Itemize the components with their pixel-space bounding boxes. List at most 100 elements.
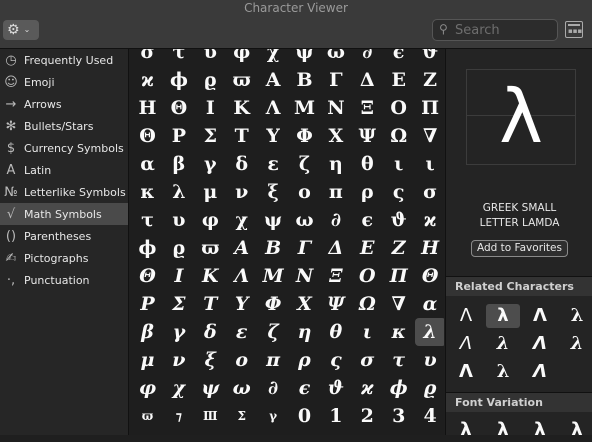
sidebar-item[interactable]: ✍ Pictographs <box>0 247 128 269</box>
character-cell[interactable]: ϵ <box>352 206 383 234</box>
sidebar-item[interactable]: ☺ Emoji <box>0 71 128 93</box>
character-cell[interactable]: ο <box>226 346 257 374</box>
character-cell[interactable]: ϱ <box>415 374 444 402</box>
character-cell[interactable]: σ <box>352 346 383 374</box>
sidebar-item[interactable]: ✻ Bullets/Stars <box>0 115 128 137</box>
font-variation-glyph[interactable]: λ <box>560 418 592 442</box>
character-cell[interactable]: Θ <box>132 262 163 290</box>
character-cell[interactable]: Κ <box>226 94 257 122</box>
character-cell[interactable]: δ <box>226 150 257 178</box>
character-cell[interactable]: Ι <box>163 262 194 290</box>
character-cell[interactable]: ϱ <box>163 234 194 262</box>
character-cell[interactable]: τ <box>383 346 414 374</box>
character-cell[interactable]: λ <box>163 178 194 206</box>
character-cell[interactable]: γ <box>163 318 194 346</box>
character-cell[interactable]: Ι <box>195 94 226 122</box>
character-cell[interactable]: τ <box>132 206 163 234</box>
character-cell[interactable]: μ <box>195 178 226 206</box>
sidebar-item[interactable]: () Parentheses <box>0 225 128 247</box>
add-to-favorites-button[interactable]: Add to Favorites <box>471 240 568 257</box>
character-cell[interactable]: η <box>289 318 320 346</box>
character-cell[interactable]: σ <box>415 178 444 206</box>
character-cell[interactable]: η <box>320 150 351 178</box>
character-cell[interactable]: ψ <box>195 374 226 402</box>
character-cell[interactable]: Β <box>289 66 320 94</box>
character-cell[interactable]: ξ <box>258 178 289 206</box>
character-cell[interactable]: ξ <box>195 346 226 374</box>
character-cell[interactable]: Κ <box>195 262 226 290</box>
character-cell[interactable]: ϖ <box>132 402 163 430</box>
character-cell[interactable]: Μ <box>258 262 289 290</box>
character-cell[interactable]: ϵ <box>383 49 414 66</box>
sidebar-item[interactable]: ◷ Frequently Used <box>0 49 128 71</box>
search-input[interactable] <box>455 21 553 39</box>
character-cell[interactable]: ϖ <box>195 234 226 262</box>
character-cell[interactable]: Ζ <box>383 234 414 262</box>
font-variation-glyph[interactable]: λ <box>523 418 557 442</box>
related-character[interactable]: λ <box>486 332 520 356</box>
character-cell[interactable]: Β <box>258 234 289 262</box>
character-cell[interactable]: υ <box>163 206 194 234</box>
character-cell[interactable]: ϕ <box>163 66 194 94</box>
character-cell[interactable]: Α <box>258 66 289 94</box>
character-cell[interactable]: μ <box>132 346 163 374</box>
character-cell[interactable]: Ω <box>352 290 383 318</box>
character-cell[interactable]: 4 <box>415 402 444 430</box>
character-cell[interactable]: Υ <box>226 290 257 318</box>
character-cell[interactable]: ϰ <box>352 374 383 402</box>
character-cell[interactable]: φ <box>226 49 257 66</box>
sidebar-item[interactable]: A Latin <box>0 159 128 181</box>
character-cell[interactable]: κ <box>132 178 163 206</box>
character-cell[interactable]: ϱ <box>195 66 226 94</box>
character-cell[interactable]: Ν <box>320 94 351 122</box>
character-cell[interactable]: Ξ <box>320 262 351 290</box>
character-cell[interactable]: Ω <box>383 122 414 150</box>
character-cell[interactable]: Ⅲ <box>195 402 226 430</box>
character-cell[interactable]: ϰ <box>132 66 163 94</box>
character-cell[interactable]: Σ <box>195 122 226 150</box>
character-cell[interactable]: κ <box>383 318 414 346</box>
font-variation-glyph[interactable]: λ <box>449 418 483 442</box>
character-cell[interactable]: Γ <box>320 66 351 94</box>
character-cell[interactable]: ϕ <box>383 374 414 402</box>
character-cell[interactable]: ψ <box>258 206 289 234</box>
character-cell[interactable]: Ρ <box>132 290 163 318</box>
search-field[interactable]: ⚲ <box>432 19 558 41</box>
character-cell[interactable]: υ <box>415 346 444 374</box>
character-cell[interactable]: γ <box>195 150 226 178</box>
character-cell[interactable]: ω <box>289 206 320 234</box>
character-cell[interactable]: Σ <box>163 290 194 318</box>
related-character[interactable]: Λ <box>523 332 557 356</box>
character-cell[interactable]: Ξ <box>352 94 383 122</box>
character-cell[interactable]: Χ <box>289 290 320 318</box>
character-cell[interactable]: θ <box>320 318 351 346</box>
related-character[interactable]: λ <box>560 332 592 356</box>
character-cell[interactable]: χ <box>163 374 194 402</box>
character-cell[interactable]: ρ <box>289 346 320 374</box>
character-cell[interactable]: ϑ <box>383 206 414 234</box>
action-menu-button[interactable]: ⚙ ⌄ <box>3 20 39 40</box>
related-character[interactable]: Λ <box>523 360 557 384</box>
character-cell[interactable]: β <box>132 318 163 346</box>
character-cell[interactable]: υ <box>195 49 226 66</box>
character-cell[interactable]: Θ <box>132 122 163 150</box>
character-cell[interactable]: ι <box>415 150 444 178</box>
character-cell[interactable]: Ρ <box>163 122 194 150</box>
character-cell[interactable]: Δ <box>320 234 351 262</box>
related-character[interactable]: Λ <box>523 304 557 328</box>
character-cell[interactable]: Γ <box>289 234 320 262</box>
character-cell[interactable]: Θ <box>163 94 194 122</box>
character-cell[interactable]: σ <box>132 49 163 66</box>
character-cell[interactable]: Ο <box>383 94 414 122</box>
character-cell[interactable]: ς <box>320 346 351 374</box>
character-cell[interactable]: Τ <box>195 290 226 318</box>
character-cell[interactable]: 2 <box>352 402 383 430</box>
character-cell[interactable]: ϖ <box>226 66 257 94</box>
character-cell[interactable]: Ψ <box>320 290 351 318</box>
character-cell[interactable]: χ <box>258 49 289 66</box>
character-cell[interactable]: ϑ <box>415 49 444 66</box>
character-cell[interactable]: Ε <box>352 234 383 262</box>
character-cell[interactable]: 3 <box>383 402 414 430</box>
character-cell[interactable]: Ο <box>352 262 383 290</box>
character-cell[interactable]: ς <box>383 178 414 206</box>
